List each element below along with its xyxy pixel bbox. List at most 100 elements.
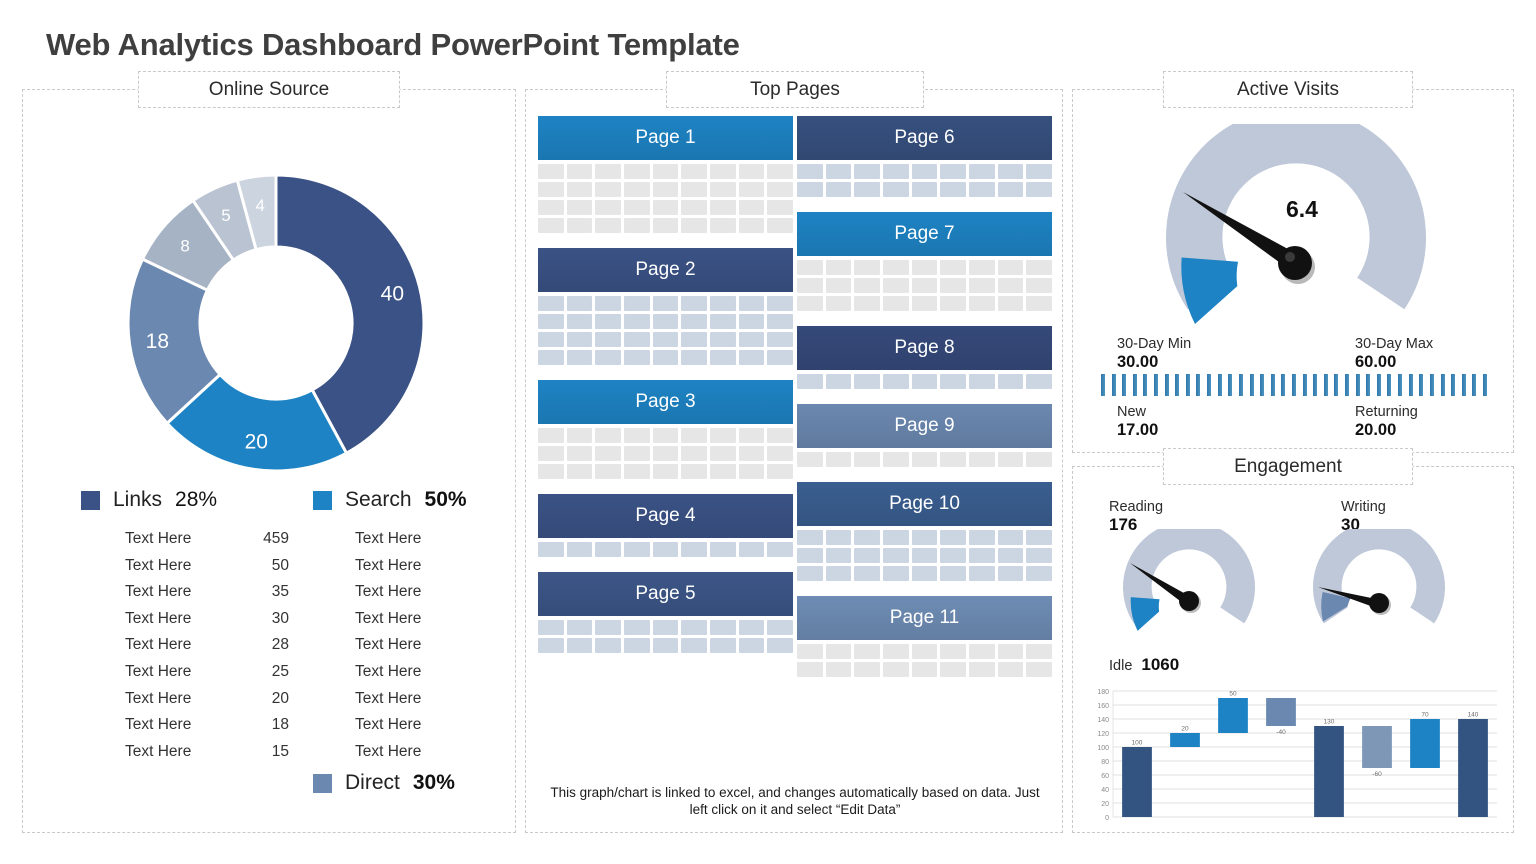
waterfall-y-tick-label: 0 <box>1105 815 1109 822</box>
panel-engagement: Engagement Reading 176 Writing 30 Idle 1… <box>1072 448 1514 833</box>
waterfall-bar[interactable] <box>1122 747 1152 817</box>
page-dot-cell <box>595 638 621 653</box>
waterfall-bar[interactable] <box>1362 726 1392 768</box>
waterfall-bar[interactable] <box>1314 726 1344 817</box>
page-bar[interactable]: Page 5 <box>538 572 793 616</box>
page-dot-cell <box>968 566 995 581</box>
legend-item-links[interactable]: Links 28% <box>81 488 217 512</box>
legend-row-value: 28 <box>271 636 289 654</box>
reading-gauge-svg <box>1123 521 1255 631</box>
page-bar[interactable]: Page 4 <box>538 494 793 538</box>
page-bar[interactable]: Page 6 <box>797 116 1052 160</box>
page-dot-cell <box>681 542 707 557</box>
page-dot-cell <box>738 446 765 461</box>
writing-gauge-svg <box>1313 521 1445 624</box>
page-bar[interactable]: Page 8 <box>797 326 1052 370</box>
donut-segment-label: 5 <box>221 206 230 225</box>
page-dot-cell <box>595 464 621 479</box>
page-dot-cell <box>595 314 621 329</box>
page-dot-cell <box>538 218 564 233</box>
page-dot-cell <box>623 164 650 179</box>
page-dot-cell <box>738 638 765 653</box>
page-bar[interactable]: Page 10 <box>797 482 1052 526</box>
page-dot-cell <box>738 464 765 479</box>
page-dot-cell <box>623 542 650 557</box>
page-dot-cell <box>1026 182 1052 197</box>
page-dot-row <box>797 644 1052 659</box>
stat-new: New 17.00 <box>1117 404 1158 440</box>
legend-item-search[interactable]: Search 50% <box>313 488 467 512</box>
waterfall-bar[interactable] <box>1410 719 1440 768</box>
page-dot-cell <box>738 332 765 347</box>
page-dot-cell <box>623 464 650 479</box>
page-dot-cell <box>566 164 593 179</box>
page-dot-cell <box>709 332 736 347</box>
waterfall-bar-label: 70 <box>1421 712 1429 719</box>
page-dot-cell <box>882 566 909 581</box>
stat-new-label: New <box>1117 404 1147 420</box>
page-dot-cell <box>882 278 909 293</box>
waterfall-svg: 0 20 40 60 80 100 120 140 160 180 100 20 50 -40 130 -6… <box>1097 689 1497 822</box>
page-dot-cell <box>968 260 995 275</box>
page-dot-cell <box>767 296 793 311</box>
legend-swatch-direct <box>313 773 332 793</box>
page-dot-cell <box>595 446 621 461</box>
page-bar[interactable]: Page 1 <box>538 116 793 160</box>
page-dot-row <box>538 542 793 557</box>
page-dot-cell <box>940 530 966 545</box>
legend-row: Text Here 28 <box>81 632 301 659</box>
page-bar[interactable]: Page 9 <box>797 404 1052 448</box>
legend-row: Text Here 20 <box>81 686 301 713</box>
stat-returning-value: 20.00 <box>1355 421 1397 439</box>
waterfall-bar[interactable] <box>1218 698 1248 733</box>
legend-item-direct[interactable]: Direct 30% <box>313 771 455 795</box>
visits-tick <box>1154 374 1159 396</box>
page-dot-cell <box>911 566 938 581</box>
page-dot-cell <box>538 296 564 311</box>
page-dot-cell <box>595 164 621 179</box>
legend-row-label: Text Here <box>355 636 422 654</box>
legend-row: Text Here 35 <box>81 579 301 606</box>
page-dot-cell <box>538 332 564 347</box>
page-dot-cell <box>911 548 938 563</box>
page-dot-cell <box>709 446 736 461</box>
legend-label-search: Search <box>345 488 412 511</box>
page-dot-cell <box>566 446 593 461</box>
page-dot-cell <box>797 452 823 467</box>
waterfall-bar[interactable] <box>1170 733 1200 747</box>
page-bar[interactable]: Page 3 <box>538 380 793 424</box>
visits-tick <box>1387 374 1392 396</box>
page-dot-cell <box>709 620 736 635</box>
page-dot-cell <box>1026 566 1052 581</box>
legend-row-value: 18 <box>271 716 289 734</box>
page-dot-cell <box>738 620 765 635</box>
page-dot-cell <box>911 260 938 275</box>
legend-row: Text Here <box>303 686 513 713</box>
page-dot-cell <box>767 182 793 197</box>
page-dot-cell <box>854 548 880 563</box>
waterfall-bar[interactable] <box>1266 698 1296 726</box>
page-dot-cell <box>997 530 1024 545</box>
legend-row-label: Text Here <box>355 662 422 680</box>
page-bar[interactable]: Page 2 <box>538 248 793 292</box>
page-bar[interactable]: Page 11 <box>797 596 1052 640</box>
page-dot-cell <box>882 164 909 179</box>
page-dot-cell <box>797 182 823 197</box>
page-dot-cell <box>940 296 966 311</box>
page-dot-cell <box>997 374 1024 389</box>
waterfall-y-tick-label: 120 <box>1097 731 1109 738</box>
page-dot-cell <box>825 644 852 659</box>
waterfall-y-tick-label: 100 <box>1097 745 1109 752</box>
page-dot-cell <box>1026 374 1052 389</box>
page-dot-cell <box>797 644 823 659</box>
legend-label-links: Links <box>113 488 163 511</box>
engagement-reading-gauge <box>1105 521 1273 647</box>
waterfall-y-tick-label: 80 <box>1101 759 1109 766</box>
legend-row-label: Text Here <box>125 556 192 574</box>
page-dot-cell <box>652 164 679 179</box>
legend-column-links: Text Here 459 Text Here 50 Text Here 35 Text H… <box>81 526 301 765</box>
page-bar[interactable]: Page 7 <box>797 212 1052 256</box>
waterfall-bar[interactable] <box>1458 719 1488 817</box>
page-dot-cell <box>709 464 736 479</box>
waterfall-y-tick-label: 20 <box>1101 801 1109 808</box>
